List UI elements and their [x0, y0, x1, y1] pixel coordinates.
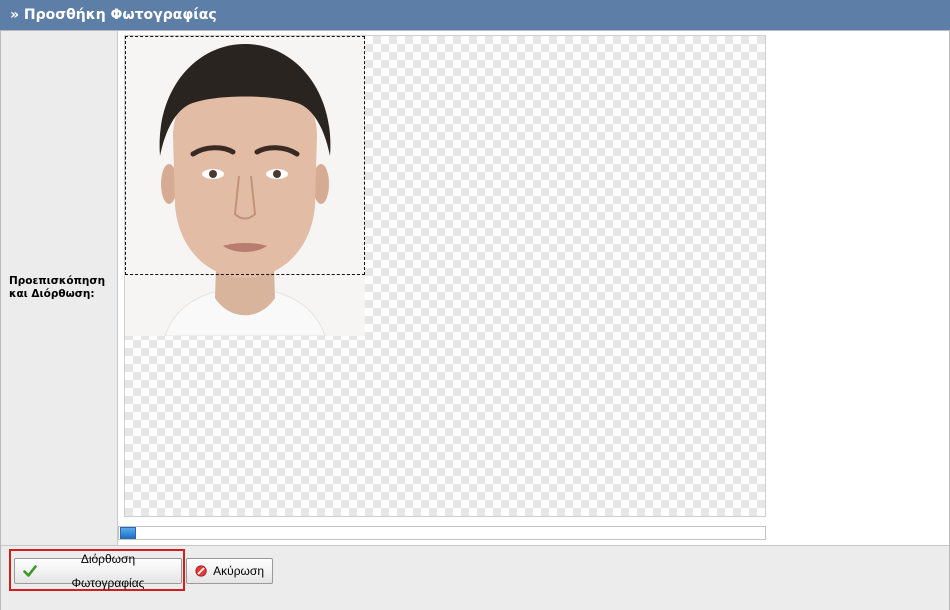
preview-label: Προεπισκόπηση και Διόρθωση:	[9, 275, 106, 300]
crop-selection-box[interactable]	[125, 36, 365, 275]
save-photo-button[interactable]: Διόρθωση Φωτογραφίας	[14, 552, 182, 590]
panel-title: » Προσθήκη Φωτογραφίας	[0, 0, 950, 30]
button-bar: Διόρθωση Φωτογραφίας Ακύρωση	[1, 545, 949, 610]
zoom-slider-thumb[interactable]	[120, 527, 136, 539]
label-column: Προεπισκόπηση και Διόρθωση:	[1, 31, 118, 545]
photo-editor-panel: Προεπισκόπηση και Διόρθωση: Διόρθωση Φωτ…	[0, 30, 950, 610]
zoom-slider[interactable]	[118, 526, 766, 540]
check-icon	[23, 565, 37, 577]
image-canvas[interactable]	[124, 35, 766, 517]
cancel-button[interactable]: Ακύρωση	[186, 558, 273, 584]
cancel-label: Ακύρωση	[213, 564, 264, 578]
cancel-icon	[195, 565, 207, 577]
save-photo-label: Διόρθωση Φωτογραφίας	[71, 552, 145, 590]
